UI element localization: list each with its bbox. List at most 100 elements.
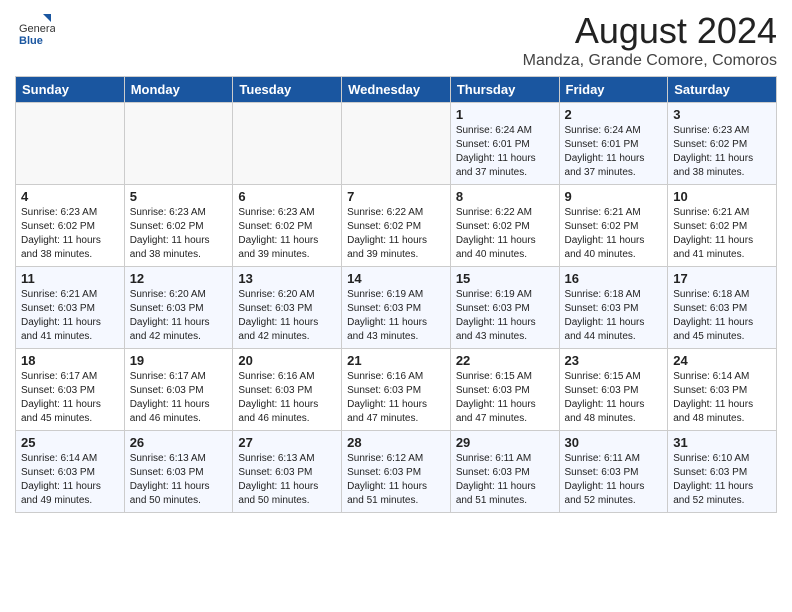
day-number: 12	[130, 271, 228, 286]
calendar-week-1: 1 Sunrise: 6:24 AM Sunset: 6:01 PM Daylig…	[16, 103, 777, 185]
day-number: 20	[238, 353, 336, 368]
calendar-cell: 30 Sunrise: 6:11 AM Sunset: 6:03 PM Dayli…	[559, 431, 668, 513]
day-number: 19	[130, 353, 228, 368]
calendar-cell: 15Sunrise: 6:19 AM Sunset: 6:03 PM Dayli…	[450, 267, 559, 349]
calendar-cell: 28 Sunrise: 6:12 AM Sunset: 6:03 PM Dayli…	[342, 431, 451, 513]
weekday-header-thursday: Thursday	[450, 77, 559, 103]
calendar-cell: 14 Sunrise: 6:19 AM Sunset: 6:03 PM Dayli…	[342, 267, 451, 349]
day-info: Sunrise: 6:23 AM Sunset: 6:02 PM Dayligh…	[238, 206, 336, 262]
day-info: Sunrise: 6:20 AM Sunset: 6:03 PM Dayligh…	[130, 288, 228, 344]
day-info: Sunrise: 6:23 AM Sunset: 6:02 PM Dayligh…	[673, 124, 771, 180]
day-number: 27	[238, 435, 336, 450]
day-number: 23	[565, 353, 663, 368]
day-number: 3	[673, 107, 771, 122]
calendar-cell	[342, 103, 451, 185]
day-info: Sunrise: 6:11 AM Sunset: 6:03 PM Dayligh…	[565, 452, 663, 508]
day-info: Sunrise: 6:14 AM Sunset: 6:03 PM Dayligh…	[673, 370, 771, 426]
day-number: 8	[456, 189, 554, 204]
day-info: Sunrise: 6:17 AM Sunset: 6:03 PM Dayligh…	[21, 370, 119, 426]
day-number: 21	[347, 353, 445, 368]
day-number: 30	[565, 435, 663, 450]
calendar-cell: 6 Sunrise: 6:23 AM Sunset: 6:02 PM Daylig…	[233, 185, 342, 267]
day-number: 6	[238, 189, 336, 204]
calendar-cell: 10 Sunrise: 6:21 AM Sunset: 6:02 PM Dayli…	[668, 185, 777, 267]
day-number: 31	[673, 435, 771, 450]
calendar-cell: 23 Sunrise: 6:15 AM Sunset: 6:03 PM Dayli…	[559, 349, 668, 431]
calendar-cell: 11 Sunrise: 6:21 AM Sunset: 6:03 PM Dayli…	[16, 267, 125, 349]
calendar-cell: 27 Sunrise: 6:13 AM Sunset: 6:03 PM Dayli…	[233, 431, 342, 513]
weekday-header-friday: Friday	[559, 77, 668, 103]
calendar-cell: 21 Sunrise: 6:16 AM Sunset: 6:03 PM Dayli…	[342, 349, 451, 431]
calendar-cell: 20 Sunrise: 6:16 AM Sunset: 6:03 PM Dayli…	[233, 349, 342, 431]
day-number: 22	[456, 353, 554, 368]
day-info: Sunrise: 6:15 AM Sunset: 6:03 PM Dayligh…	[565, 370, 663, 426]
weekday-header-sunday: Sunday	[16, 77, 125, 103]
day-info: Sunrise: 6:24 AM Sunset: 6:01 PM Dayligh…	[565, 124, 663, 180]
calendar-cell: 25Sunrise: 6:14 AM Sunset: 6:03 PM Dayli…	[16, 431, 125, 513]
logo-icon: General Blue	[15, 10, 55, 50]
day-number: 2	[565, 107, 663, 122]
day-info: Sunrise: 6:16 AM Sunset: 6:03 PM Dayligh…	[238, 370, 336, 426]
calendar-cell	[233, 103, 342, 185]
day-number: 14	[347, 271, 445, 286]
day-info: Sunrise: 6:13 AM Sunset: 6:03 PM Dayligh…	[130, 452, 228, 508]
svg-text:Blue: Blue	[19, 35, 43, 47]
calendar-cell: 16 Sunrise: 6:18 AM Sunset: 6:03 PM Dayli…	[559, 267, 668, 349]
weekday-header-tuesday: Tuesday	[233, 77, 342, 103]
day-number: 26	[130, 435, 228, 450]
calendar-cell: 13Sunrise: 6:20 AM Sunset: 6:03 PM Dayli…	[233, 267, 342, 349]
day-number: 11	[21, 271, 119, 286]
day-number: 17	[673, 271, 771, 286]
weekday-header-wednesday: Wednesday	[342, 77, 451, 103]
calendar-cell: 17 Sunrise: 6:18 AM Sunset: 6:03 PM Dayli…	[668, 267, 777, 349]
day-number: 13	[238, 271, 336, 286]
calendar-cell: 31 Sunrise: 6:10 AM Sunset: 6:03 PM Dayli…	[668, 431, 777, 513]
calendar-table: SundayMondayTuesdayWednesdayThursdayFrid…	[15, 76, 777, 513]
calendar-cell: 1 Sunrise: 6:24 AM Sunset: 6:01 PM Daylig…	[450, 103, 559, 185]
day-info: Sunrise: 6:24 AM Sunset: 6:01 PM Dayligh…	[456, 124, 554, 180]
day-info: Sunrise: 6:21 AM Sunset: 6:02 PM Dayligh…	[565, 206, 663, 262]
calendar-cell: 12 Sunrise: 6:20 AM Sunset: 6:03 PM Dayli…	[124, 267, 233, 349]
day-number: 9	[565, 189, 663, 204]
calendar-cell: 22 Sunrise: 6:15 AM Sunset: 6:03 PM Dayli…	[450, 349, 559, 431]
day-info: Sunrise: 6:18 AM Sunset: 6:03 PM Dayligh…	[673, 288, 771, 344]
day-number: 5	[130, 189, 228, 204]
day-number: 28	[347, 435, 445, 450]
day-number: 16	[565, 271, 663, 286]
calendar-cell: 2 Sunrise: 6:24 AM Sunset: 6:01 PM Daylig…	[559, 103, 668, 185]
calendar-week-5: 25Sunrise: 6:14 AM Sunset: 6:03 PM Dayli…	[16, 431, 777, 513]
calendar-header-row: SundayMondayTuesdayWednesdayThursdayFrid…	[16, 77, 777, 103]
day-info: Sunrise: 6:10 AM Sunset: 6:03 PM Dayligh…	[673, 452, 771, 508]
day-number: 10	[673, 189, 771, 204]
calendar-cell	[16, 103, 125, 185]
calendar-cell: 5 Sunrise: 6:23 AM Sunset: 6:02 PM Daylig…	[124, 185, 233, 267]
day-info: Sunrise: 6:21 AM Sunset: 6:03 PM Dayligh…	[21, 288, 119, 344]
day-info: Sunrise: 6:11 AM Sunset: 6:03 PM Dayligh…	[456, 452, 554, 508]
day-info: Sunrise: 6:13 AM Sunset: 6:03 PM Dayligh…	[238, 452, 336, 508]
day-info: Sunrise: 6:12 AM Sunset: 6:03 PM Dayligh…	[347, 452, 445, 508]
day-info: Sunrise: 6:23 AM Sunset: 6:02 PM Dayligh…	[21, 206, 119, 262]
day-info: Sunrise: 6:19 AM Sunset: 6:03 PM Dayligh…	[347, 288, 445, 344]
day-info: Sunrise: 6:17 AM Sunset: 6:03 PM Dayligh…	[130, 370, 228, 426]
calendar-week-3: 11 Sunrise: 6:21 AM Sunset: 6:03 PM Dayli…	[16, 267, 777, 349]
day-number: 15	[456, 271, 554, 286]
day-info: Sunrise: 6:23 AM Sunset: 6:02 PM Dayligh…	[130, 206, 228, 262]
day-info: Sunrise: 6:18 AM Sunset: 6:03 PM Dayligh…	[565, 288, 663, 344]
day-number: 4	[21, 189, 119, 204]
day-info: Sunrise: 6:14 AM Sunset: 6:03 PM Dayligh…	[21, 452, 119, 508]
day-number: 18	[21, 353, 119, 368]
calendar-cell: 29Sunrise: 6:11 AM Sunset: 6:03 PM Dayli…	[450, 431, 559, 513]
weekday-header-monday: Monday	[124, 77, 233, 103]
calendar-week-4: 18 Sunrise: 6:17 AM Sunset: 6:03 PM Dayli…	[16, 349, 777, 431]
calendar-cell: 3 Sunrise: 6:23 AM Sunset: 6:02 PM Daylig…	[668, 103, 777, 185]
day-info: Sunrise: 6:16 AM Sunset: 6:03 PM Dayligh…	[347, 370, 445, 426]
day-number: 1	[456, 107, 554, 122]
month-title: August 2024	[523, 10, 777, 52]
calendar-cell: 7Sunrise: 6:22 AM Sunset: 6:02 PM Daylig…	[342, 185, 451, 267]
day-number: 7	[347, 189, 445, 204]
calendar-cell: 19 Sunrise: 6:17 AM Sunset: 6:03 PM Dayli…	[124, 349, 233, 431]
location-title: Mandza, Grande Comore, Comoros	[523, 52, 777, 70]
day-info: Sunrise: 6:21 AM Sunset: 6:02 PM Dayligh…	[673, 206, 771, 262]
calendar-body: 1 Sunrise: 6:24 AM Sunset: 6:01 PM Daylig…	[16, 103, 777, 513]
day-info: Sunrise: 6:15 AM Sunset: 6:03 PM Dayligh…	[456, 370, 554, 426]
